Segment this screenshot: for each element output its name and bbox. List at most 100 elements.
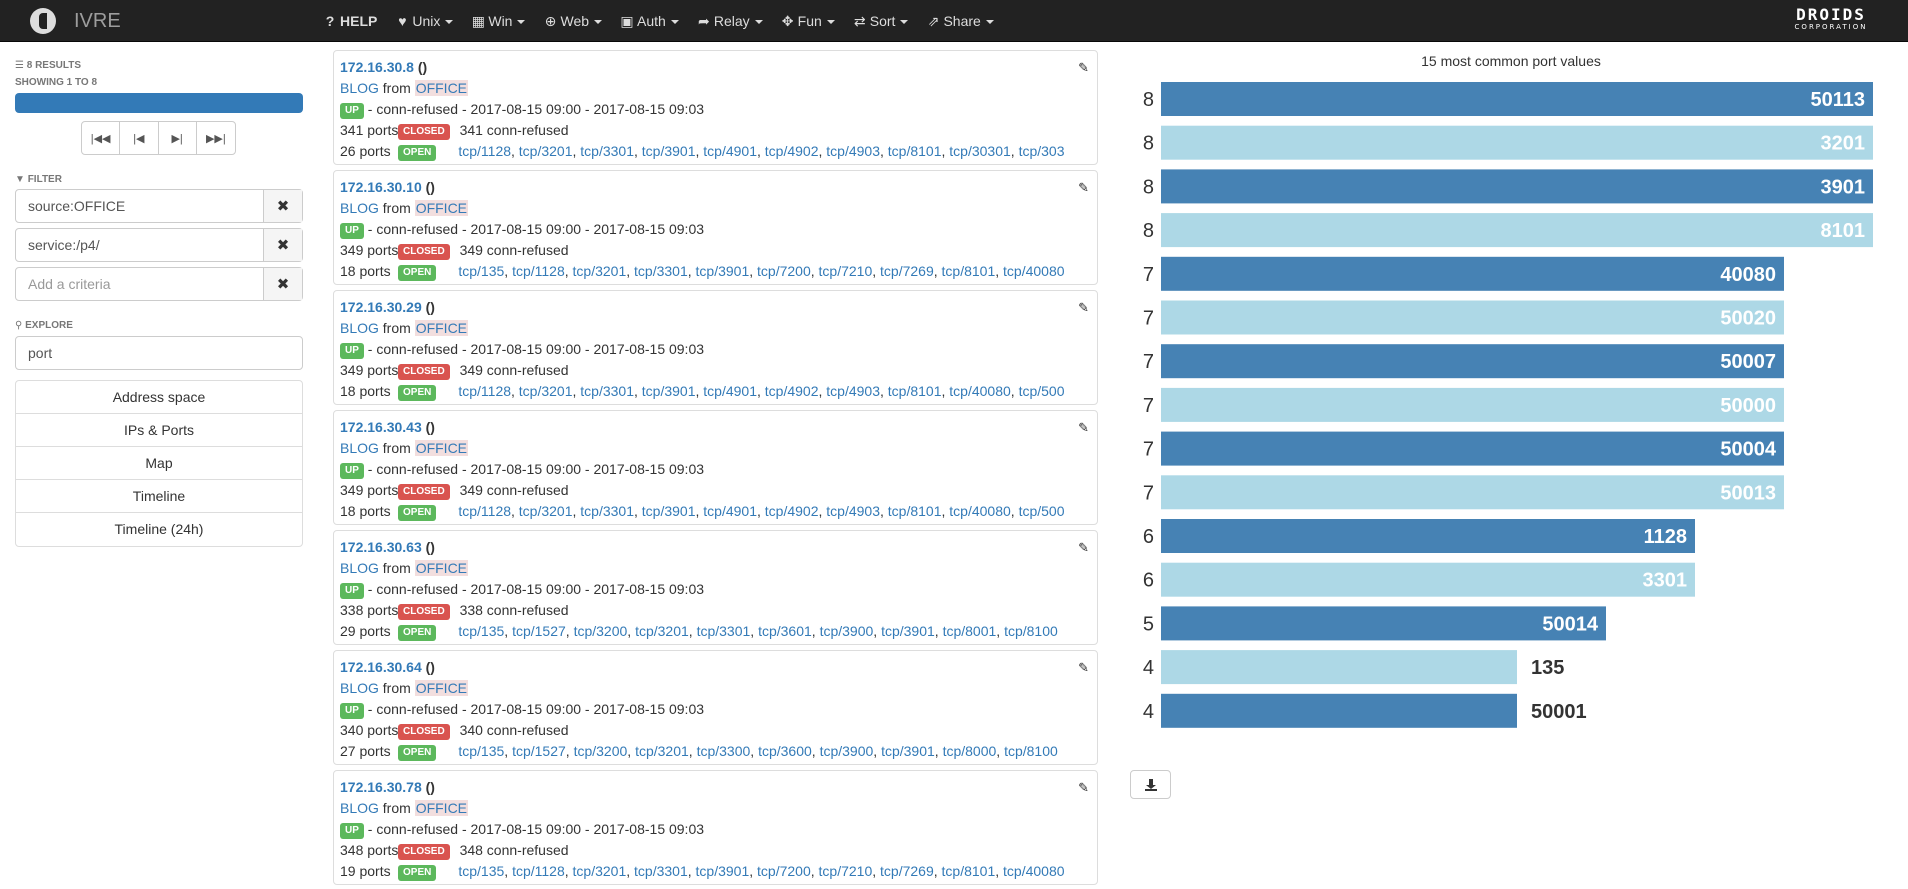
bar-category-label[interactable]: 50014 (1542, 613, 1598, 635)
download-button[interactable] (1130, 770, 1171, 799)
bar[interactable] (1161, 606, 1606, 641)
host-ip-link[interactable]: 172.16.30.8 (340, 59, 414, 75)
category-link[interactable]: OFFICE (414, 80, 469, 96)
port-link[interactable]: tcp/4903 (826, 143, 880, 159)
bar[interactable] (1161, 475, 1784, 510)
port-link[interactable]: tcp/40080 (1003, 863, 1065, 879)
bar-category-label[interactable]: 50001 (1531, 701, 1587, 723)
host-ip-link[interactable]: 172.16.30.63 (340, 539, 422, 555)
criteria-text[interactable]: service:/p4/ (16, 229, 263, 261)
port-link[interactable]: tcp/3901 (642, 143, 696, 159)
port-link[interactable]: tcp/4901 (703, 383, 757, 399)
host-ip-link[interactable]: 172.16.30.29 (340, 299, 422, 315)
port-link[interactable]: tcp/30301 (949, 143, 1011, 159)
bar-category-label[interactable]: 40080 (1720, 264, 1776, 286)
port-link[interactable]: tcp/3901 (642, 383, 696, 399)
port-link[interactable]: tcp/3200 (574, 623, 628, 639)
port-link[interactable]: tcp/3201 (635, 623, 689, 639)
nav-help-menu[interactable]: ? HELP (320, 0, 392, 42)
port-link[interactable]: tcp/3900 (820, 743, 874, 759)
nav-share-menu[interactable]: ⇗ Share (923, 0, 1008, 42)
bar[interactable] (1161, 387, 1784, 422)
edit-pencil-icon[interactable]: ✎ (1078, 297, 1089, 318)
add-criteria-input[interactable]: Add a criteria (16, 268, 263, 300)
edit-pencil-icon[interactable]: ✎ (1078, 57, 1089, 78)
port-link[interactable]: tcp/3301 (697, 623, 751, 639)
nav-relay-menu[interactable]: ➦ Relay (694, 0, 778, 42)
port-link[interactable]: tcp/8000 (943, 743, 997, 759)
port-link[interactable]: tcp/500 (1019, 503, 1065, 519)
bar[interactable] (1161, 125, 1873, 160)
category-link[interactable]: OFFICE (414, 200, 469, 216)
port-link[interactable]: tcp/500 (1019, 383, 1065, 399)
port-link[interactable]: tcp/40080 (949, 503, 1011, 519)
bar[interactable] (1161, 431, 1784, 466)
source-link[interactable]: BLOG (340, 320, 379, 336)
clear-criteria-button[interactable]: ✖ (263, 268, 302, 300)
port-link[interactable]: tcp/8101 (888, 383, 942, 399)
bar[interactable] (1161, 300, 1784, 335)
explore-option[interactable]: Timeline (24h) (16, 513, 302, 546)
port-link[interactable]: tcp/1128 (512, 863, 565, 879)
bar[interactable] (1161, 519, 1695, 553)
port-link[interactable]: tcp/3600 (758, 743, 812, 759)
bar-category-label[interactable]: 3901 (1821, 176, 1866, 198)
port-link[interactable]: tcp/7269 (880, 863, 934, 879)
bar[interactable] (1161, 693, 1517, 728)
source-link[interactable]: BLOG (340, 80, 379, 96)
source-link[interactable]: BLOG (340, 800, 379, 816)
nav-unix-menu[interactable]: ♥ Unix (392, 0, 468, 42)
explore-option[interactable]: Timeline (16, 480, 302, 513)
port-link[interactable]: tcp/135 (458, 863, 504, 879)
port-link[interactable]: tcp/4903 (826, 503, 880, 519)
port-link[interactable]: tcp/7269 (880, 263, 934, 279)
explore-option[interactable]: Address space (16, 381, 302, 414)
port-link[interactable]: tcp/303 (1019, 143, 1065, 159)
prev-page-button[interactable]: |◀ (120, 122, 159, 154)
bar-category-label[interactable]: 50007 (1720, 351, 1776, 373)
port-link[interactable]: tcp/3201 (519, 143, 573, 159)
bar-category-label[interactable]: 3301 (1643, 570, 1688, 592)
bar[interactable] (1161, 169, 1873, 204)
port-link[interactable]: tcp/3201 (635, 743, 689, 759)
port-link[interactable]: tcp/3201 (519, 383, 573, 399)
port-link[interactable]: tcp/4901 (703, 503, 757, 519)
bar-category-label[interactable]: 50113 (1810, 89, 1865, 111)
port-link[interactable]: tcp/3201 (573, 863, 627, 879)
port-link[interactable]: tcp/3900 (820, 623, 874, 639)
port-link[interactable]: tcp/135 (458, 743, 504, 759)
port-link[interactable]: tcp/135 (458, 623, 504, 639)
remove-criteria-button[interactable]: ✖ (263, 190, 302, 222)
brand[interactable]: IVRE (30, 8, 121, 34)
last-page-button[interactable]: ▶▶| (197, 122, 235, 154)
category-link[interactable]: OFFICE (414, 800, 469, 816)
port-link[interactable]: tcp/8101 (942, 263, 996, 279)
source-link[interactable]: BLOG (340, 440, 379, 456)
port-link[interactable]: tcp/3901 (642, 503, 696, 519)
bar[interactable] (1161, 213, 1873, 248)
explore-option[interactable]: Map (16, 447, 302, 480)
port-link[interactable]: tcp/3901 (696, 263, 750, 279)
nav-web-menu[interactable]: ⊕ Web (540, 0, 617, 42)
port-link[interactable]: tcp/135 (458, 263, 504, 279)
edit-pencil-icon[interactable]: ✎ (1078, 177, 1089, 198)
explore-input[interactable]: port (15, 336, 303, 370)
first-page-button[interactable]: |◀◀ (82, 122, 121, 154)
port-link[interactable]: tcp/7200 (757, 263, 811, 279)
port-link[interactable]: tcp/8001 (943, 623, 997, 639)
port-link[interactable]: tcp/3201 (519, 503, 573, 519)
port-link[interactable]: tcp/3901 (881, 743, 935, 759)
port-link[interactable]: tcp/3901 (696, 863, 750, 879)
category-link[interactable]: OFFICE (414, 560, 469, 576)
host-ip-link[interactable]: 172.16.30.43 (340, 419, 422, 435)
port-link[interactable]: tcp/7210 (819, 263, 873, 279)
port-link[interactable]: tcp/1128 (458, 143, 511, 159)
nav-sort-menu[interactable]: ⇄ Sort (850, 0, 924, 42)
host-ip-link[interactable]: 172.16.30.64 (340, 659, 422, 675)
bar-category-label[interactable]: 50000 (1720, 395, 1776, 417)
source-link[interactable]: BLOG (340, 680, 379, 696)
bar-category-label[interactable]: 50020 (1720, 308, 1776, 330)
port-link[interactable]: tcp/3301 (580, 503, 634, 519)
bar-category-label[interactable]: 50013 (1720, 482, 1776, 504)
port-link[interactable]: tcp/3200 (574, 743, 628, 759)
